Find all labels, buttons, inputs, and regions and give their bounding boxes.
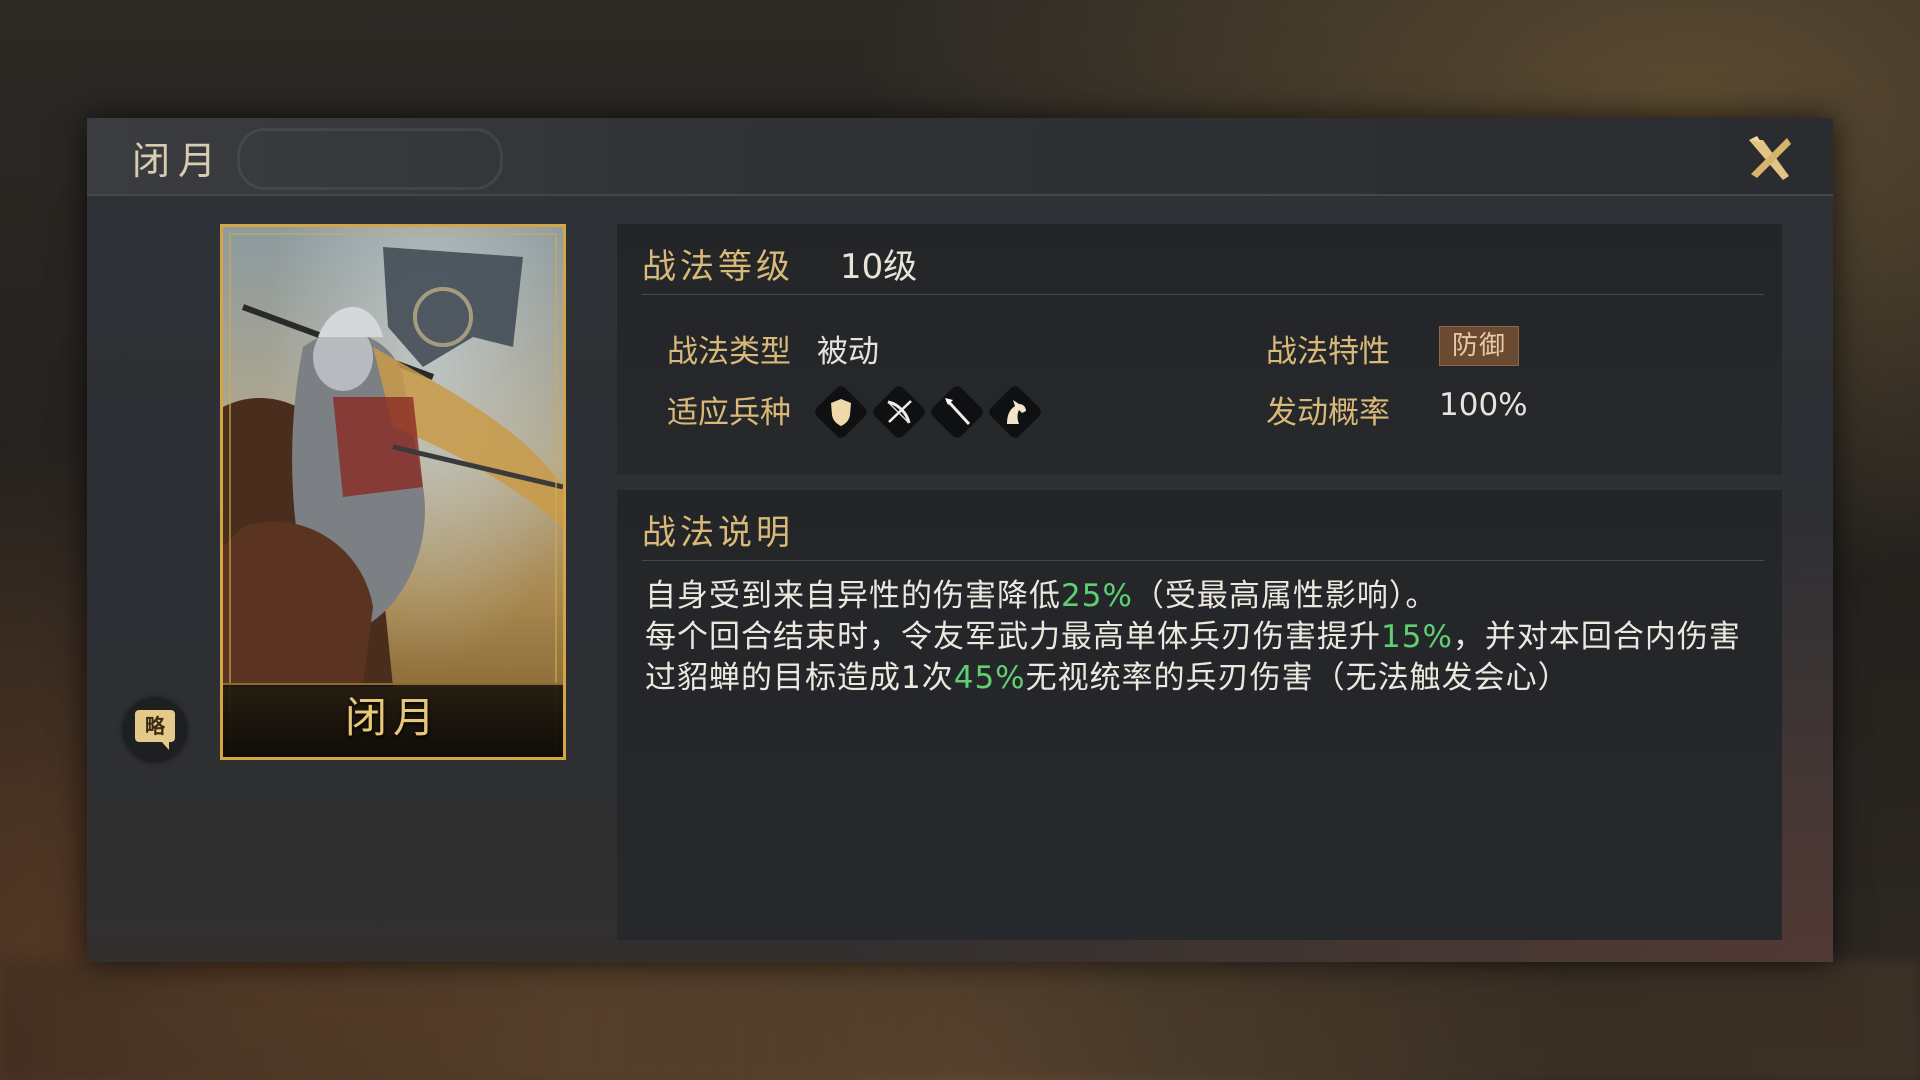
desc-highlight: 25% [1061, 578, 1133, 614]
title-ornament [237, 128, 503, 190]
description-label: 战法说明 [642, 513, 794, 553]
bow-icon [887, 400, 912, 424]
skill-info-box: 战法等级 10级 战法类型 被动 战法特性 防御 适应兵种 发动概率 100% [617, 224, 1782, 475]
cavalry-troop[interactable] [986, 383, 1044, 441]
card-name: 闭月 [344, 693, 441, 742]
desc-text: 自身受到来自异性的伤害降低 [645, 578, 1061, 614]
shield-icon [831, 399, 851, 426]
horse-icon [1007, 400, 1026, 424]
skill-level-header: 战法等级 10级 [642, 224, 1764, 295]
dialog-title: 闭月 [132, 139, 225, 183]
skill-card[interactable]: 闭月 [220, 224, 566, 760]
shield-troop[interactable] [812, 383, 870, 441]
desc-highlight: 45% [953, 660, 1026, 696]
spear-troop[interactable] [928, 383, 986, 441]
desc-text: （受最高属性影响）。 [1132, 578, 1438, 614]
description-text: 自身受到来自异性的伤害降低25%（受最高属性影响）。 每个回合结束时，令友军武力… [645, 576, 1758, 699]
desc-text: 每个回合结束时，令友军武力最高单体兵刃伤害提升 [645, 619, 1381, 655]
title-bar: 闭月 [87, 118, 1833, 196]
speech-bubble-icon: 略 [135, 710, 175, 750]
skill-trait-label: 战法特性 [1266, 334, 1390, 370]
close-icon [1749, 136, 1791, 180]
trigger-rate-label: 发动概率 [1266, 395, 1390, 431]
skill-detail-dialog: 闭月 闭月 略 战法等级 10级 战法类型 被动 战法特性 防御 适应兵种 发动… [87, 118, 1833, 962]
description-header: 战法说明 [642, 490, 1764, 561]
skill-level-label: 战法等级 [642, 247, 794, 287]
close-button[interactable] [1743, 132, 1795, 184]
skill-description-box: 战法说明 自身受到来自异性的伤害降低25%（受最高属性影响）。 每个回合结束时，… [617, 490, 1782, 940]
warrior-illustration [223, 247, 563, 687]
troop-types-label: 适应兵种 [667, 395, 791, 431]
background-blur [0, 960, 1920, 1080]
trigger-rate-value: 100% [1439, 387, 1528, 423]
skill-trait-tag: 防御 [1439, 326, 1519, 366]
bow-troop[interactable] [870, 383, 928, 441]
skill-level-value: 10级 [840, 247, 918, 287]
skill-type-label: 战法类型 [667, 334, 791, 370]
strategy-badge[interactable]: 略 [123, 698, 187, 762]
skill-type-value: 被动 [817, 334, 879, 370]
desc-text: 无视统率的兵刃伤害（无法触发会心） [1025, 660, 1570, 696]
spear-icon [945, 398, 971, 426]
desc-highlight: 15% [1381, 619, 1453, 655]
